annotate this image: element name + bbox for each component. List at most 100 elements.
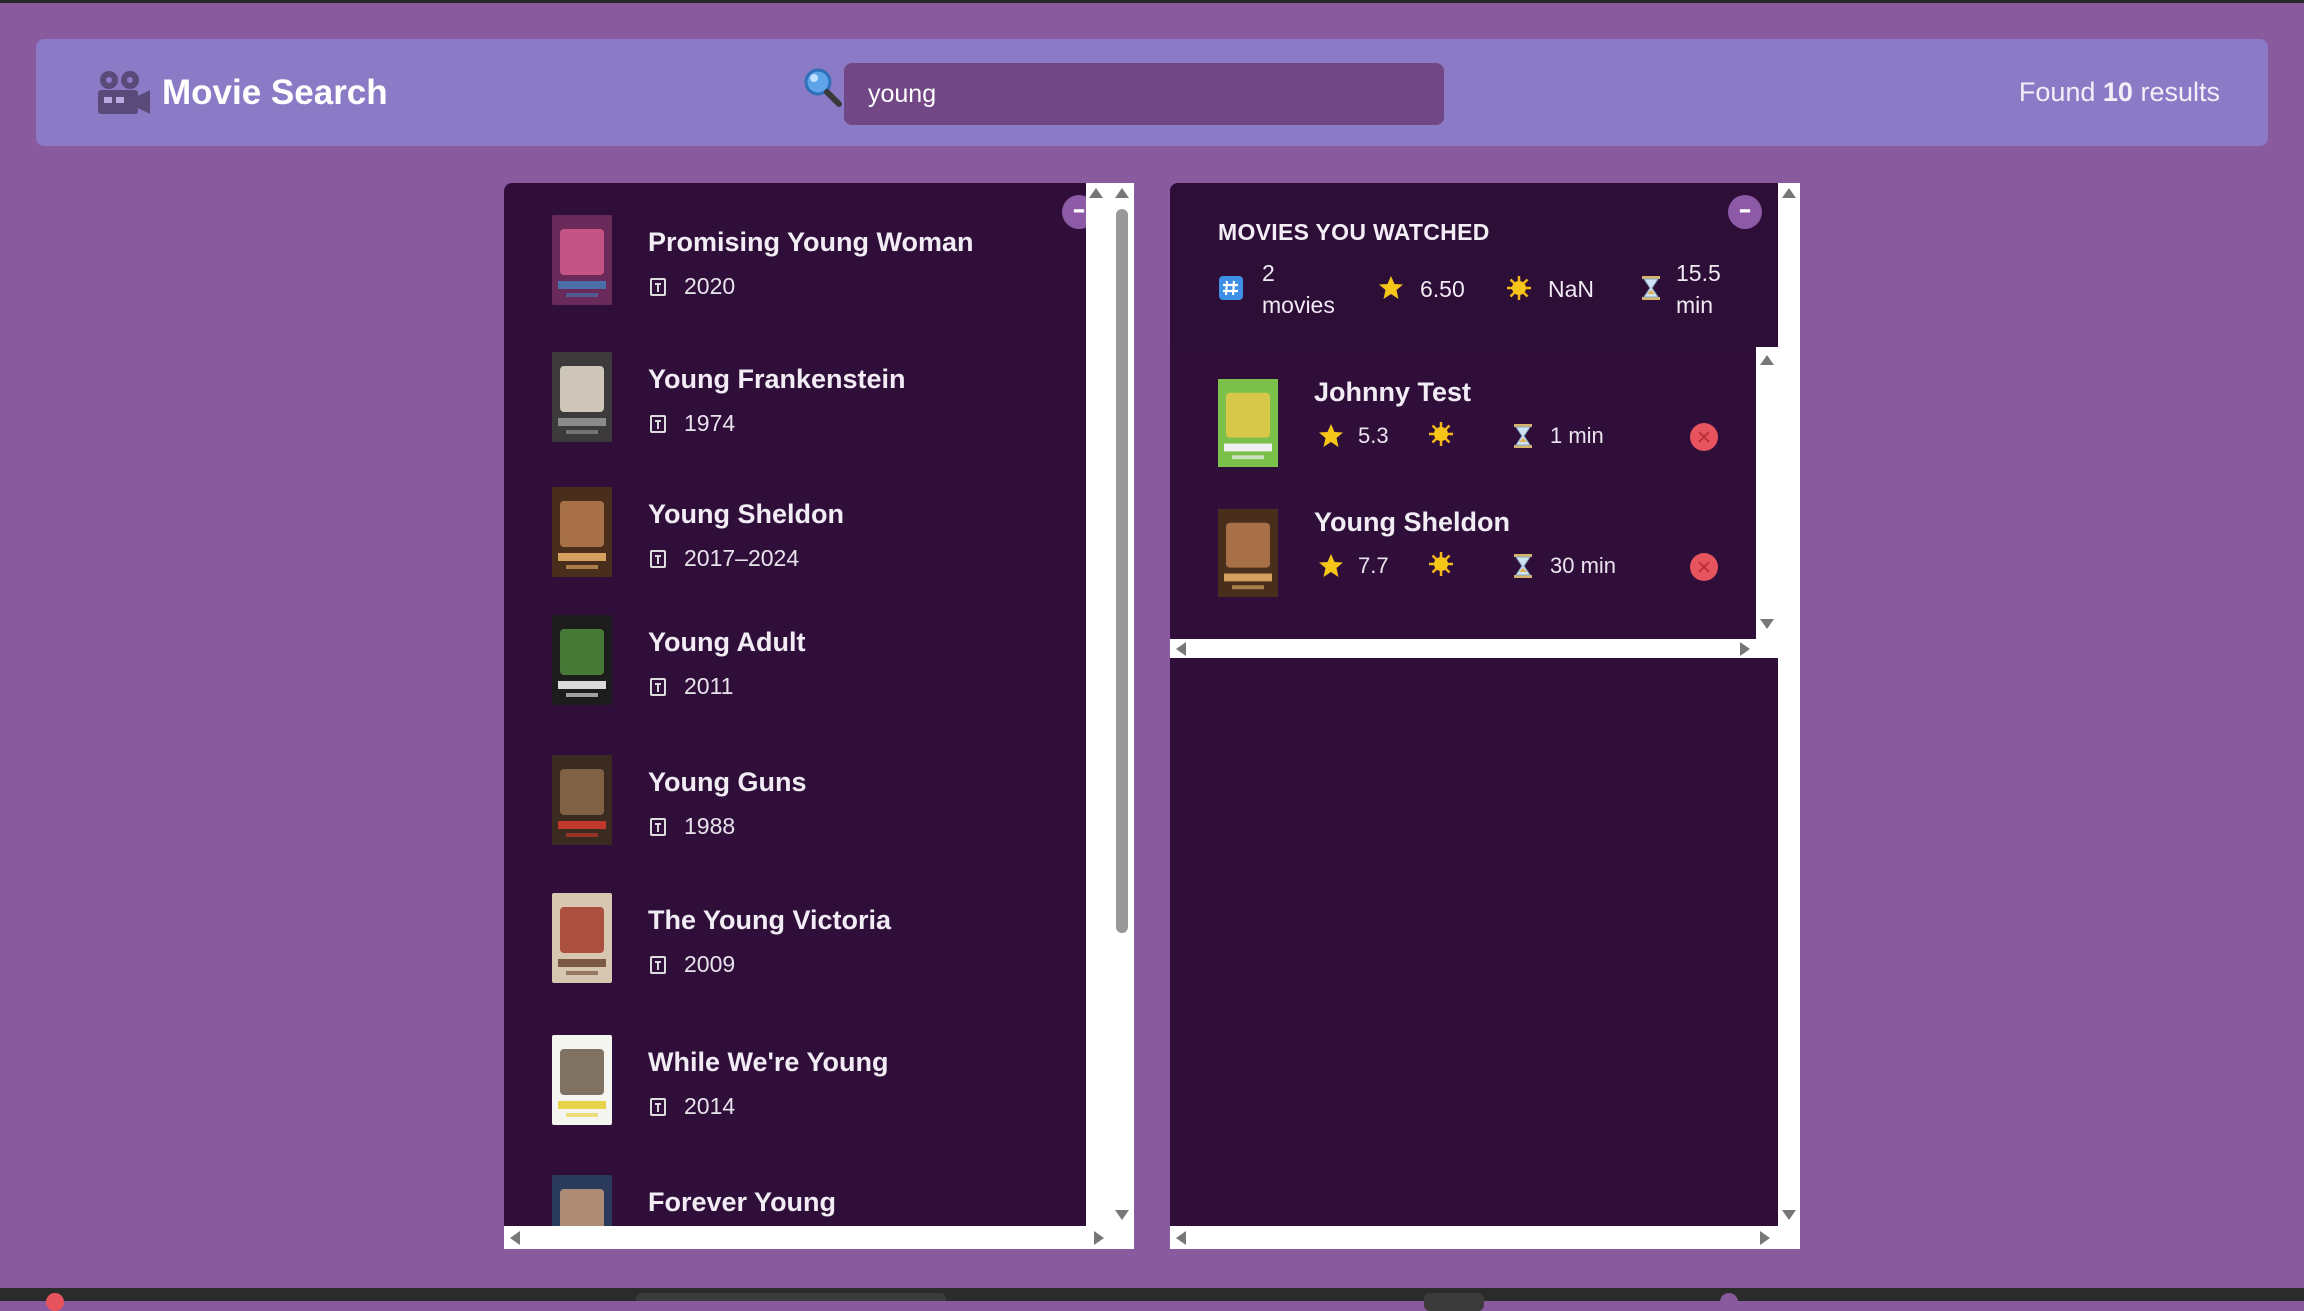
watched-runtime: 1 min	[1550, 423, 1604, 448]
scroll-down-arrow[interactable]	[1115, 1210, 1129, 1220]
movie-list-item[interactable]: While We're Young 2014	[504, 1003, 1084, 1133]
movie-poster	[552, 1035, 612, 1125]
watched-box-vertical-scrollbar[interactable]	[1778, 183, 1800, 1226]
watched-runtime: 30 min	[1550, 553, 1617, 578]
watched-movie-item[interactable]: Johnny Test 5.3 1 min	[1170, 367, 1756, 487]
hourglass-icon	[1510, 553, 1536, 579]
movie-list-item[interactable]: The Young Victoria 2009	[504, 861, 1084, 991]
delete-watched-button[interactable]	[1690, 553, 1718, 581]
watched-count-unit: movies	[1262, 292, 1335, 318]
movie-year: 1988	[684, 813, 736, 839]
movie-poster	[552, 215, 612, 305]
magnifying-glass-icon	[804, 68, 842, 107]
taskbar-app-icon[interactable]	[46, 1293, 64, 1311]
movie-poster	[552, 487, 612, 577]
results-count: Found 10 results	[2019, 77, 2220, 108]
movie-year: 2009	[684, 951, 736, 977]
movie-poster	[552, 755, 612, 845]
watched-scroll-up-arrow[interactable]	[1760, 355, 1774, 365]
watched-box-horizontal-scrollbar[interactable]	[1170, 1226, 1800, 1249]
watched-summary: MOVIES YOU WATCHED 2 movies 6.50 NaN 15.…	[1170, 183, 1778, 347]
results-prefix: Found	[2018, 77, 2096, 107]
movie-poster	[552, 893, 612, 983]
movie-title: Promising Young Woman	[648, 227, 974, 257]
movie-title: While We're Young	[648, 1047, 889, 1077]
results-horizontal-scrollbar[interactable]	[504, 1226, 1134, 1249]
calendar-icon	[650, 678, 666, 696]
star-icon	[1379, 276, 1403, 299]
watched-box-scroll-up-arrow[interactable]	[1782, 188, 1796, 198]
summary-title: MOVIES YOU WATCHED	[1218, 219, 1490, 245]
sun-icon	[1428, 421, 1454, 447]
watched-scroll-right-arrow[interactable]	[1740, 642, 1750, 656]
scrollbar-thumb[interactable]	[1116, 209, 1128, 933]
runtime-average-number: 15.5	[1676, 260, 1721, 286]
watched-box-scroll-down-arrow[interactable]	[1782, 1210, 1796, 1220]
movie-year: 2017–2024	[684, 545, 800, 571]
taskbar-app-icon-2[interactable]	[1720, 1293, 1738, 1311]
scroll-left-arrow[interactable]	[510, 1231, 520, 1245]
watched-count-number: 2	[1262, 260, 1275, 286]
movie-title: Young Guns	[648, 767, 807, 797]
calendar-icon	[650, 818, 666, 836]
watched-movie-title: Young Sheldon	[1314, 507, 1510, 537]
calendar-icon	[650, 1098, 666, 1116]
window-top-border	[0, 0, 2304, 3]
movie-list-item[interactable]: Promising Young Woman 2020	[504, 183, 1084, 313]
movie-year: 2014	[684, 1093, 736, 1119]
movie-list-item[interactable]: Young Adult 2011	[504, 583, 1084, 713]
search-input[interactable]	[844, 63, 1444, 125]
sun-icon	[1507, 276, 1531, 300]
app-title: Movie Search	[162, 73, 388, 112]
scroll-up-arrow-outer[interactable]	[1115, 188, 1129, 198]
watched-movie-poster	[1218, 509, 1278, 597]
scrollbar-corner	[1756, 639, 1778, 658]
calendar-icon	[650, 956, 666, 974]
movie-camera-icon	[98, 71, 150, 114]
watched-box-scroll-left-arrow[interactable]	[1176, 1231, 1186, 1245]
calendar-icon	[650, 415, 666, 433]
taskbar-item[interactable]	[1424, 1293, 1484, 1311]
watched-scroll-left-arrow[interactable]	[1176, 642, 1186, 656]
watched-list-vertical-scrollbar[interactable]	[1756, 347, 1778, 639]
movie-title: Young Adult	[648, 627, 806, 657]
movie-year: 1974	[684, 410, 736, 436]
movie-poster	[552, 352, 612, 442]
delete-watched-button[interactable]	[1690, 423, 1718, 451]
watched-movie-title: Johnny Test	[1314, 377, 1472, 407]
watched-count: 2 movies	[1262, 257, 1335, 321]
scroll-right-arrow[interactable]	[1094, 1231, 1104, 1245]
watched-scroll-down-arrow[interactable]	[1760, 619, 1774, 629]
watched-box-scroll-right-arrow[interactable]	[1760, 1231, 1770, 1245]
movie-list-item[interactable]: Young Sheldon 2017–2024	[504, 455, 1084, 585]
navbar: Movie Search Found 10 results	[36, 39, 2268, 146]
results-suffix: results	[2140, 77, 2220, 107]
watched-imdb-rating: 5.3	[1358, 423, 1389, 448]
results-number: 10	[2102, 77, 2133, 107]
movie-list-item[interactable]: Young Frankenstein 1974	[504, 320, 1084, 450]
movie-year: 2020	[684, 273, 736, 299]
runtime-average-unit: min	[1676, 292, 1714, 318]
star-icon	[1318, 553, 1344, 579]
taskbar-window-tab[interactable]	[636, 1293, 946, 1301]
user-rating-average: NaN	[1548, 276, 1595, 302]
watched-movie-poster	[1218, 379, 1278, 467]
movie-poster	[552, 615, 612, 705]
movie-title: The Young Victoria	[648, 905, 892, 935]
watched-box: MOVIES YOU WATCHED 2 movies 6.50 NaN 15.…	[1170, 183, 1800, 1249]
hourglass-icon	[1510, 423, 1536, 449]
collapse-watched-button[interactable]: –	[1728, 195, 1762, 229]
movie-year: 2011	[684, 673, 734, 699]
movie-title: Young Frankenstein	[648, 364, 906, 394]
results-vertical-scrollbar[interactable]	[1086, 183, 1134, 1226]
movie-title: Forever Young	[648, 1187, 837, 1217]
hash-icon	[1219, 276, 1243, 300]
runtime-average: 15.5 min	[1676, 257, 1721, 321]
watched-list: Johnny Test 5.3 1 min Young Sheldon 7.7 30 mi…	[1170, 347, 1756, 639]
watched-imdb-rating: 7.7	[1358, 553, 1389, 578]
watched-movie-item[interactable]: Young Sheldon 7.7 30 min	[1170, 497, 1756, 617]
calendar-icon	[650, 550, 666, 568]
watched-list-horizontal-scrollbar[interactable]	[1170, 639, 1756, 658]
movie-list-item[interactable]: Young Guns 1988	[504, 723, 1084, 853]
scroll-up-arrow[interactable]	[1089, 188, 1103, 198]
